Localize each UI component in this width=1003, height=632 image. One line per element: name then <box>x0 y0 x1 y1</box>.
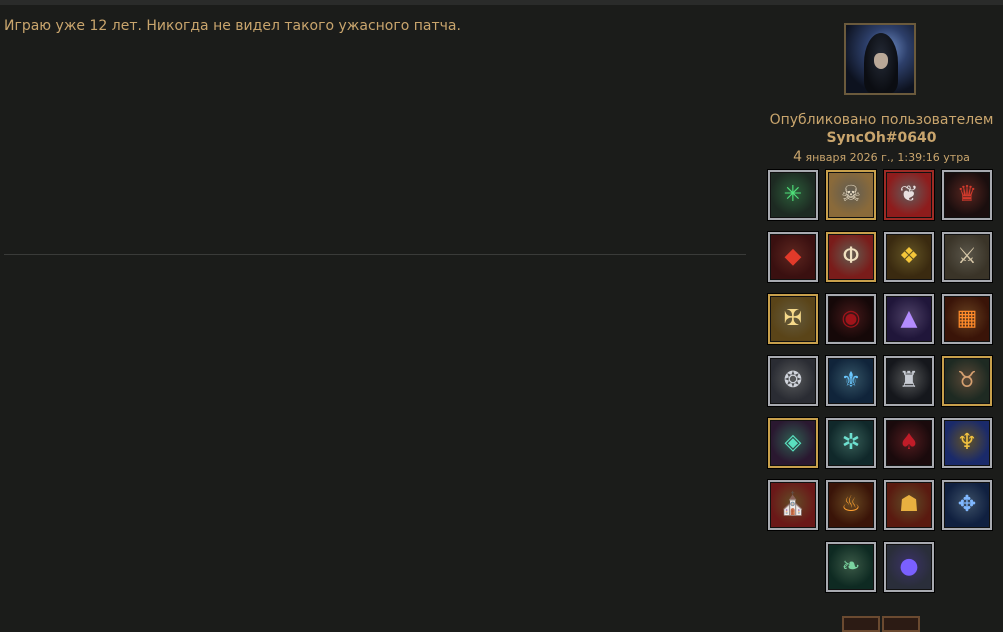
author-avatar[interactable] <box>844 23 916 95</box>
cathedral-window-icon[interactable]: ⛪ <box>768 480 818 530</box>
blue-blade-icon[interactable]: ⚜ <box>826 356 876 406</box>
post-date-day: 4 <box>793 149 802 165</box>
sidebar-bottom-tabs <box>842 616 922 632</box>
fire-lantern-icon[interactable]: ▦ <box>942 294 992 344</box>
arcane-orb-icon[interactable]: ● <box>884 542 934 592</box>
bottom-tab-right[interactable] <box>882 616 920 632</box>
golden-demon-face-icon[interactable]: ☗ <box>884 480 934 530</box>
golden-lattice-icon[interactable]: ❖ <box>884 232 934 282</box>
crossed-blades-icon[interactable]: ⚔ <box>942 232 992 282</box>
post-date-rest: января 2026 г., 1:39:16 утра <box>801 151 970 164</box>
post-divider <box>4 254 746 255</box>
red-wings-icon[interactable]: ❦ <box>884 170 934 220</box>
green-star-burst-icon[interactable]: ✳ <box>768 170 818 220</box>
demon-helm-icon[interactable]: ♛ <box>942 170 992 220</box>
author-sidebar: Опубликовано пользователем SyncOh#0640 4… <box>760 0 1003 632</box>
posted-by-label: Опубликовано пользователем <box>769 112 994 128</box>
golden-angel-crest-icon[interactable]: ✠ <box>768 294 818 344</box>
violet-spire-icon[interactable]: ▲ <box>884 294 934 344</box>
skull-knot-icon[interactable]: ❂ <box>768 356 818 406</box>
dark-sentinel-icon[interactable]: ♜ <box>884 356 934 406</box>
rainbow-gem-icon[interactable]: ◈ <box>768 418 818 468</box>
green-tree-icon[interactable]: ❧ <box>826 542 876 592</box>
bird-skull-icon[interactable]: ☠ <box>826 170 876 220</box>
author-battletag[interactable]: SyncOh#0640 <box>760 129 1003 147</box>
blood-moon-icon[interactable]: ◉ <box>826 294 876 344</box>
golden-wings-icon[interactable]: ♆ <box>942 418 992 468</box>
horned-beast-icon[interactable]: ♉ <box>942 356 992 406</box>
post-body-text: Играю уже 12 лет. Никогда не видел таког… <box>4 18 461 34</box>
avatar-face <box>874 53 888 69</box>
crimson-cloak-icon[interactable]: ♠ <box>884 418 934 468</box>
bottom-tab-left[interactable] <box>842 616 880 632</box>
pillar-sigil-icon[interactable]: Φ <box>826 232 876 282</box>
flame-guardian-icon[interactable]: ♨ <box>826 480 876 530</box>
post-date: 4 января 2026 г., 1:39:16 утра <box>760 149 1003 166</box>
teal-insect-icon[interactable]: ✲ <box>826 418 876 468</box>
blue-axe-crest-icon[interactable]: ✥ <box>942 480 992 530</box>
red-gem-crest-icon[interactable]: ◆ <box>768 232 818 282</box>
